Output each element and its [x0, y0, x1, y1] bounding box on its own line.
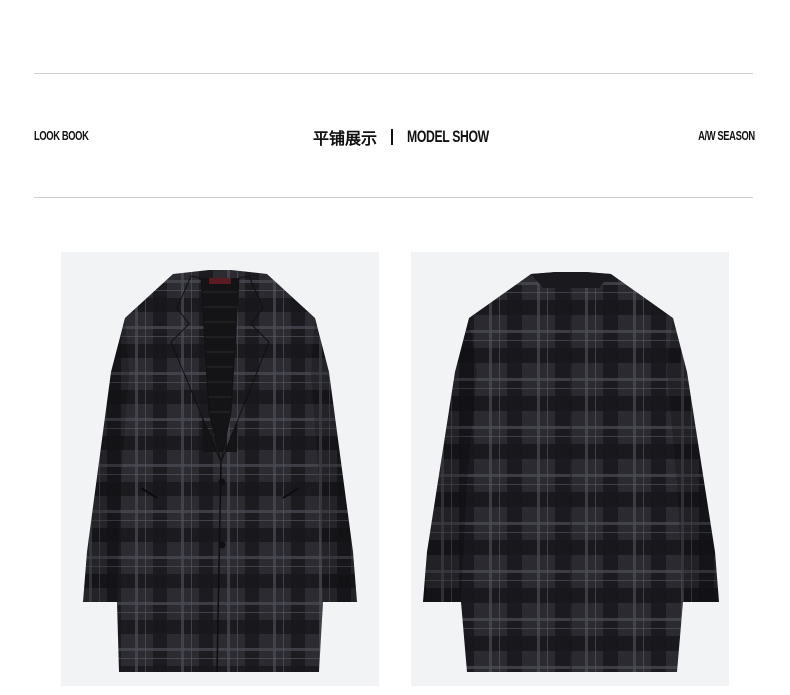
- title-separator: [391, 129, 393, 145]
- section-title: 平铺展示 MODEL SHOW: [0, 125, 790, 149]
- bottom-divider: [34, 197, 753, 198]
- coat-back-image[interactable]: [411, 252, 729, 686]
- season-label: A/W SEASON: [698, 128, 755, 143]
- title-chinese: 平铺展示: [312, 129, 377, 148]
- coat-front-image[interactable]: [61, 252, 379, 686]
- top-divider: [34, 73, 753, 74]
- title-english: MODEL SHOW: [407, 127, 489, 146]
